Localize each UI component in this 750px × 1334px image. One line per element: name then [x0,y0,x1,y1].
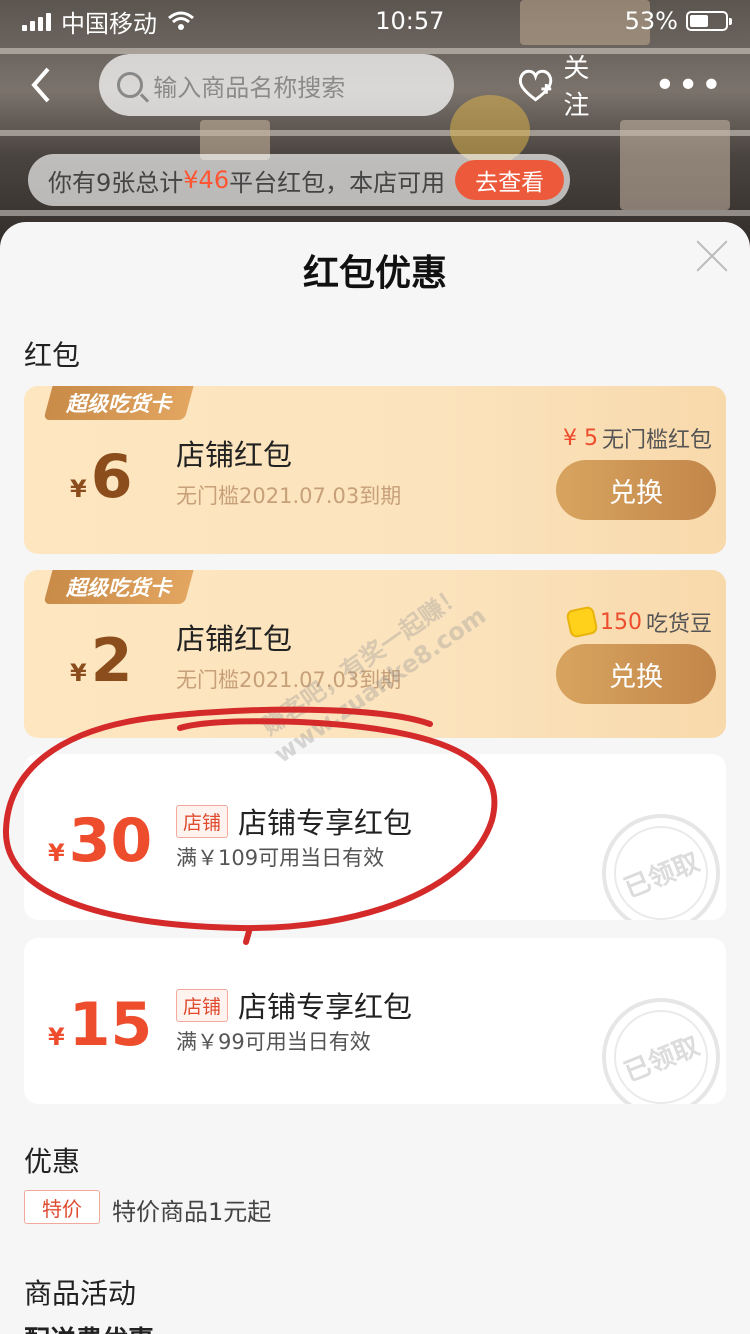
signal-icon [22,11,51,31]
shop-tag: 店铺 [176,804,229,838]
section-title-red-packets: 红包 [24,339,81,372]
section-title-delivery: 配送费优惠 [24,1320,154,1334]
notice-prefix: 你有9张总计 [48,168,184,197]
shop-exclusive-coupon[interactable]: ¥15 店铺 店铺专享红包 满￥99可用当日有效 已领取 [24,938,726,1104]
carrier-label: 中国移动 [61,9,157,38]
close-icon[interactable] [694,238,730,274]
special-price-tag: 特价 [24,1190,100,1224]
notice-suffix: 平台红包，本店可用 [229,168,446,197]
follow-label: 关注 [563,54,590,121]
shop-exclusive-coupon[interactable]: ¥30 店铺 店铺专享红包 满￥109可用当日有效 已领取 [24,754,726,920]
section-title-discounts: 优惠 [24,1145,81,1178]
battery-percent: 53% [624,7,678,35]
coupon-amount: ¥15 [48,990,153,1060]
coupon-amount: ¥30 [48,806,153,876]
more-options-icon[interactable]: ••• [654,65,724,106]
sheet-title: 红包优惠 [302,253,447,294]
exchange-cost: 150 吃货豆 [565,605,712,639]
coupon-title: 店铺红包 [176,622,293,656]
coupon-subtitle: 满￥109可用当日有效 [176,846,385,870]
back-chevron-icon[interactable] [26,65,65,105]
special-price-text: 特价商品1元起 [112,1198,272,1226]
super-card-ribbon: 超级吃货卡 [43,386,194,420]
bean-coin-icon [565,605,599,639]
status-bar: 中国移动 10:57 53% [0,0,750,42]
notice-amount: ¥46 [183,166,230,194]
coupon-subtitle: 无门槛2021.07.03到期 [176,484,402,508]
coupon-amount: ¥2 [70,626,133,696]
claimed-stamp: 已领取 [602,814,720,920]
search-icon [117,72,144,98]
follow-button[interactable]: 关注 [516,48,614,122]
section-title-activities: 商品活动 [24,1277,137,1310]
coupon-title: 店铺红包 [176,438,293,472]
battery-icon [685,11,732,31]
top-navigation-bar: 输入商品名称搜索 关注 ••• [0,52,750,121]
coupon-title: 店铺 店铺专享红包 [176,984,412,1026]
search-input[interactable]: 输入商品名称搜索 [99,54,455,116]
claimed-stamp: 已领取 [602,998,720,1104]
coupon-sheet: 红包优惠 红包 超级吃货卡 ¥6 店铺红包 无门槛2021.07.03到期 ¥ … [0,222,750,1334]
shop-tag: 店铺 [176,988,229,1022]
exchange-button[interactable]: 兑换 [556,460,716,520]
clock: 10:57 [375,7,445,35]
wifi-icon [168,11,194,30]
coupon-subtitle: 无门槛2021.07.03到期 [176,668,402,692]
heart-plus-icon [519,69,553,102]
coupon-amount: ¥6 [70,442,133,512]
platform-coupon-notice: 你有9张总计 ¥46 平台红包，本店可用 去查看 [28,154,571,206]
super-card-coupon: 超级吃货卡 ¥6 店铺红包 无门槛2021.07.03到期 ¥ 5 无门槛红包 兑… [24,386,726,554]
exchange-button[interactable]: 兑换 [556,644,716,704]
coupon-subtitle: 满￥99可用当日有效 [176,1030,371,1054]
search-placeholder: 输入商品名称搜索 [153,73,346,102]
super-card-ribbon: 超级吃货卡 [43,570,194,604]
super-card-coupon: 超级吃货卡 ¥2 店铺红包 无门槛2021.07.03到期 150 吃货豆 兑换 [24,570,726,738]
view-coupons-button[interactable]: 去查看 [455,160,565,200]
coupon-title: 店铺 店铺专享红包 [176,800,412,842]
exchange-cost: ¥ 5 无门槛红包 [562,425,712,454]
